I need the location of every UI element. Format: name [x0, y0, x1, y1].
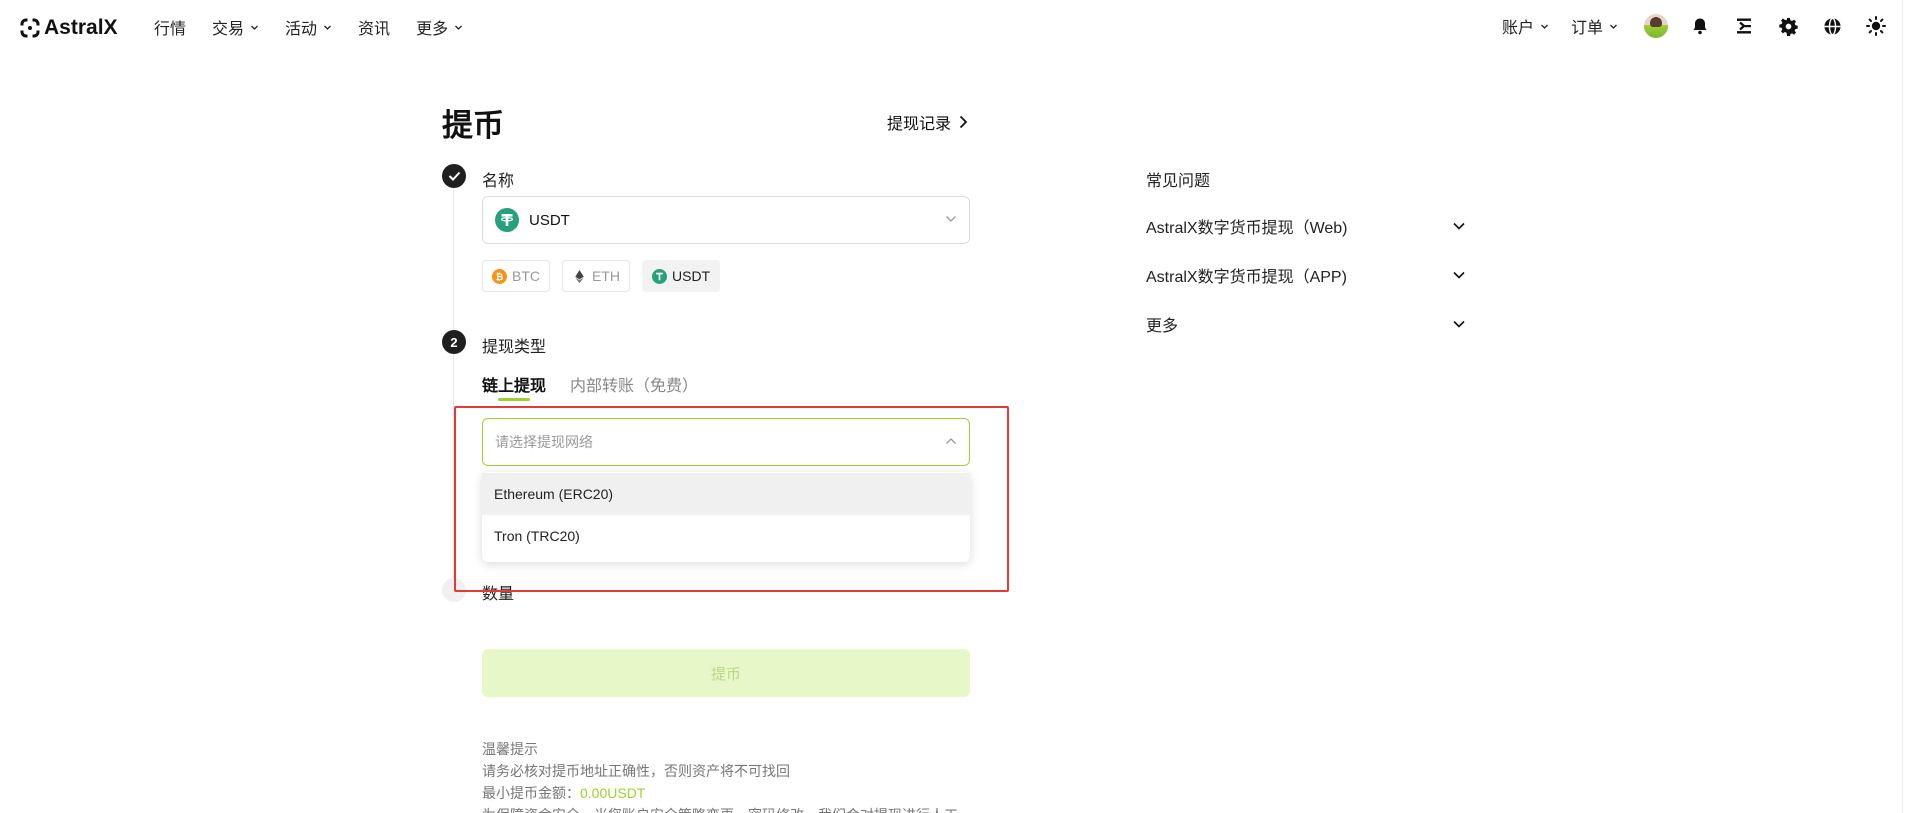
main-nav: 行情 交易 活动 资讯 更多: [154, 15, 489, 39]
step-3-label: 数量: [482, 586, 515, 603]
usdt-icon: [495, 208, 519, 232]
chevron-down-icon: [1610, 24, 1617, 29]
quick-coin-chips: ₿ BTC ETH USDT: [482, 260, 721, 292]
page-title: 提币: [442, 108, 504, 143]
notes-title: 温馨提示: [482, 741, 538, 757]
chevron-down-icon: [1453, 271, 1465, 279]
nav-item-label: 交易: [212, 21, 245, 38]
network-dropdown: Ethereum (ERC20) Tron (TRC20): [482, 472, 970, 562]
check-icon: [448, 171, 460, 181]
step-3-marker: [442, 578, 466, 602]
nav-right-item[interactable]: 订单: [1571, 14, 1618, 38]
coin-chip-label: ETH: [592, 268, 620, 284]
faq-item[interactable]: AstralX数字货币提现（Web): [1146, 214, 1466, 238]
btc-icon: ₿: [492, 268, 507, 284]
network-option-erc20[interactable]: Ethereum (ERC20): [482, 473, 970, 515]
faq-item-label: 更多: [1146, 318, 1179, 335]
nav-item[interactable]: 更多: [416, 15, 463, 39]
nav-item-label: 活动: [285, 21, 318, 38]
nav-right-item-label: 账户: [1501, 20, 1534, 37]
step-1-done-marker: [442, 164, 466, 188]
bell-icon[interactable]: [1688, 14, 1712, 38]
svg-text:₿: ₿: [496, 271, 504, 282]
chevron-down-icon: [1453, 222, 1465, 230]
nav-item-label: 行情: [154, 21, 187, 38]
nav-item[interactable]: 资讯: [358, 15, 390, 39]
coin-chip-label: BTC: [512, 268, 540, 284]
faq-item[interactable]: AstralX数字货币提现（APP): [1146, 263, 1466, 287]
page-scrollbar[interactable]: [1902, 0, 1918, 813]
nav-item[interactable]: 活动: [285, 15, 332, 39]
coin-select[interactable]: USDT: [482, 196, 970, 244]
chevron-down-icon: [1541, 24, 1548, 29]
step-2-label: 提现类型: [482, 339, 547, 356]
astralx-logo[interactable]: AstralX: [20, 16, 118, 40]
coin-chip-btc[interactable]: ₿ BTC: [482, 260, 550, 292]
nav-right: 账户 订单: [1502, 14, 1888, 38]
notes-min-amount: 最小提币金额：0.00USDT: [482, 782, 958, 804]
network-select[interactable]: 请选择提现网络: [482, 418, 970, 466]
nav-item[interactable]: 交易: [212, 15, 259, 39]
theme-sun-icon[interactable]: [1864, 14, 1888, 38]
top-navbar: AstralX 行情 交易 活动 资讯 更多 账户 订单: [0, 0, 1918, 55]
withdraw-submit-button[interactable]: 提币: [482, 649, 970, 697]
usdt-icon: [652, 268, 667, 284]
avatar[interactable]: [1644, 14, 1668, 38]
chevron-up-icon: [946, 438, 956, 444]
selected-coin: USDT: [529, 211, 570, 229]
network-option-trc20[interactable]: Tron (TRC20): [482, 515, 970, 557]
withdraw-notes: 温馨提示 请务必核对提币地址正确性，否则资产将不可找回 最小提币金额：0.00U…: [482, 738, 958, 813]
nav-item[interactable]: 行情: [154, 15, 186, 39]
coin-chip-label: USDT: [672, 268, 711, 284]
faq-title: 常见问题: [1146, 173, 1211, 190]
astralx-logo-icon: [20, 18, 40, 38]
nav-item-label: 更多: [416, 21, 449, 38]
nav-right-item[interactable]: 账户: [1502, 14, 1549, 38]
network-placeholder: 请选择提现网络: [495, 434, 593, 450]
faq-item[interactable]: 更多: [1146, 312, 1466, 336]
step-connector: [453, 354, 454, 580]
withdraw-history-label: 提现记录: [887, 116, 952, 133]
nav-item-label: 资讯: [358, 21, 391, 38]
chevron-down-icon: [455, 25, 463, 30]
withdraw-type-tabs: 链上提现 内部转账（免费）: [482, 372, 698, 406]
chevron-down-icon: [1453, 320, 1465, 328]
withdraw-history-link[interactable]: 提现记录: [887, 110, 968, 134]
coin-chip-usdt[interactable]: USDT: [642, 260, 721, 292]
eth-icon: [575, 269, 584, 283]
chevron-down-icon: [251, 25, 258, 30]
tab-internal-transfer[interactable]: 内部转账（免费）: [570, 372, 698, 406]
step-connector: [453, 188, 454, 340]
chevron-right-icon: [959, 115, 968, 129]
min-amount-value: 0.00USDT: [580, 785, 646, 801]
chevron-down-icon: [324, 25, 332, 30]
chevron-down-icon: [946, 216, 956, 222]
step-1-label: 名称: [482, 173, 515, 190]
coin-chip-eth[interactable]: ETH: [562, 260, 630, 292]
min-amount-label: 最小提币金额：: [482, 785, 580, 801]
faq-item-label: AstralX数字货币提现（APP): [1146, 269, 1347, 286]
globe-icon[interactable]: [1820, 14, 1844, 38]
tab-onchain-withdraw[interactable]: 链上提现: [482, 372, 546, 406]
gear-icon[interactable]: [1776, 14, 1800, 38]
brand-name: AstralX: [44, 16, 118, 39]
faq-item-label: AstralX数字货币提现（Web): [1146, 220, 1348, 237]
notes-line: 为保障资金安全，当您账户安全策略变更、密码修改，我们会对提现进行人工: [482, 804, 958, 813]
download-icon[interactable]: [1732, 14, 1756, 38]
notes-line: 请务必核对提币地址正确性，否则资产将不可找回: [482, 763, 790, 779]
nav-right-item-label: 订单: [1570, 20, 1603, 37]
step-2-marker: 2: [442, 330, 466, 354]
